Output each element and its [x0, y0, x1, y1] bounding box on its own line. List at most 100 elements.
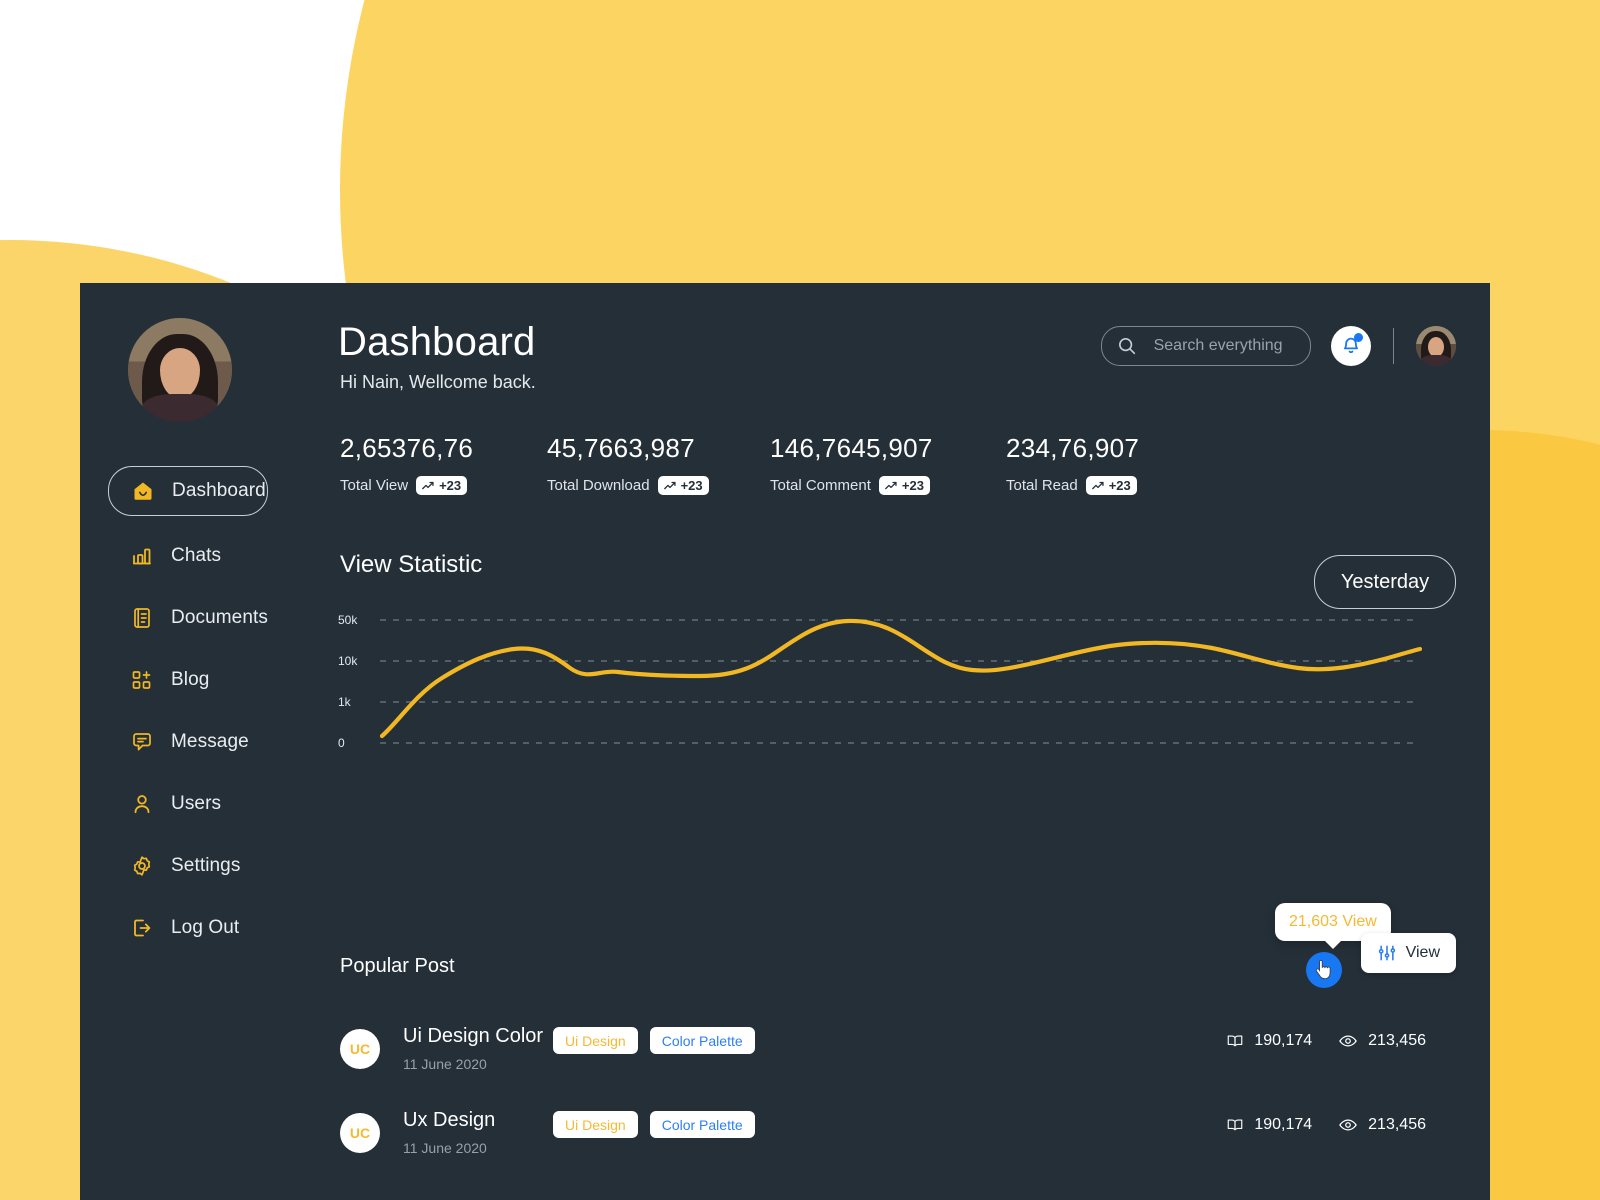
- views-metric: 213,456: [1338, 1031, 1426, 1051]
- logout-icon: [130, 916, 154, 940]
- post-date: 11 June 2020: [403, 1056, 487, 1072]
- sidebar-nav: Dashboard Chats Documents Blog Message U…: [80, 466, 338, 968]
- sidebar-item-label: Users: [171, 793, 222, 814]
- sidebar-item-dashboard[interactable]: Dashboard: [108, 466, 268, 516]
- sidebar-item-label: Chats: [171, 545, 222, 566]
- trending-up-icon: [422, 481, 434, 489]
- search-input[interactable]: [1151, 336, 1306, 356]
- date-range-label: Yesterday: [1340, 570, 1430, 593]
- chart-plot-area: [379, 618, 1423, 744]
- post-date: 11 June 2020: [403, 1140, 487, 1156]
- sidebar-item-message[interactable]: Message: [108, 720, 338, 764]
- view-button[interactable]: View: [1360, 933, 1456, 973]
- post-metrics: 190,174 213,456: [1226, 1115, 1426, 1135]
- chart-gridlines: [380, 619, 1420, 744]
- avatar-face: [160, 348, 200, 398]
- avatar-initials: UC: [349, 1125, 371, 1141]
- stat-value: 234,76,907: [1006, 433, 1140, 463]
- book-icon: [1228, 1035, 1243, 1047]
- post-title: Ux Design: [403, 1109, 496, 1131]
- avatar[interactable]: [1416, 326, 1456, 366]
- stat-value: 45,7663,987: [547, 433, 695, 463]
- sidebar: Dashboard Chats Documents Blog Message U…: [80, 283, 338, 1200]
- stat-value: 146,7645,907: [770, 433, 933, 463]
- status-badge: +23: [1085, 476, 1137, 495]
- reads-metric: 190,174: [1226, 1116, 1312, 1134]
- sidebar-item-log-out[interactable]: Log Out: [108, 906, 338, 950]
- stat-delta: +23: [680, 478, 703, 493]
- view-button-label: View: [1405, 944, 1440, 961]
- stat-label: Total View: [340, 477, 409, 494]
- screen: Dashboard Chats Documents Blog Message U…: [0, 0, 1600, 1200]
- chart-line-views: [379, 618, 1423, 739]
- user-icon: [130, 792, 154, 816]
- reads-metric: 190,174: [1226, 1032, 1312, 1050]
- tag[interactable]: Color Palette: [649, 1111, 755, 1138]
- chat-bubble-icon: [130, 730, 154, 754]
- avatar-body: [142, 394, 218, 422]
- avatar-face: [1428, 337, 1444, 357]
- page-title: Dashboard: [338, 320, 536, 364]
- book-icon: [1228, 1119, 1243, 1131]
- status-badge: +23: [416, 476, 468, 495]
- page-subtitle: Hi Nain, Wellcome back.: [340, 372, 536, 392]
- chart-data-point-marker[interactable]: [1306, 952, 1342, 988]
- sidebar-item-chats[interactable]: Chats: [108, 534, 338, 578]
- stat-meta: Total Read +23: [1006, 476, 1139, 495]
- pointer-cursor-icon: [1315, 960, 1331, 980]
- sidebar-item-label: Settings: [171, 855, 241, 876]
- date-range-button[interactable]: Yesterday: [1314, 555, 1456, 609]
- stat-card-total-comment: 146,7645,907 Total Comment +23: [770, 433, 933, 495]
- status-badge: +23: [878, 476, 930, 495]
- sidebar-item-label: Blog: [171, 669, 210, 690]
- search-box[interactable]: [1100, 326, 1311, 366]
- reads-value: 190,174: [1254, 1032, 1313, 1049]
- eye-icon: [1339, 1035, 1357, 1047]
- post-metrics: 190,174 213,456: [1226, 1031, 1426, 1051]
- avatar: UC: [340, 1029, 380, 1069]
- table-row[interactable]: UC Ui Design Color 11 June 2020 Ui Desig…: [338, 1025, 1458, 1085]
- stat-meta: Total View +23: [340, 476, 473, 495]
- post-tags: Ui Design Color Palette: [553, 1111, 755, 1138]
- reads-value: 190,174: [1254, 1116, 1313, 1133]
- gear-icon: [130, 854, 154, 878]
- tag[interactable]: Color Palette: [649, 1027, 755, 1054]
- tag[interactable]: Ui Design: [553, 1111, 638, 1138]
- stat-meta: Total Download +23: [547, 476, 709, 495]
- sidebar-item-label: Documents: [171, 607, 268, 628]
- sidebar-item-label: Message: [171, 731, 249, 752]
- search-icon: [1116, 335, 1138, 357]
- views-value: 213,456: [1368, 1116, 1426, 1133]
- sliders-icon: [1378, 945, 1395, 961]
- tag[interactable]: Ui Design: [553, 1027, 638, 1054]
- avatar-body: [1421, 355, 1451, 366]
- stat-card-total-view: 2,65376,76 Total View +23: [340, 433, 473, 495]
- chart-tooltip-label: 21,603 View: [1289, 913, 1377, 930]
- sidebar-item-label: Dashboard: [172, 480, 266, 501]
- notifications-button[interactable]: [1330, 326, 1371, 366]
- avatar: UC: [340, 1113, 380, 1153]
- notification-badge: [1353, 333, 1363, 342]
- section-title-popular-post: Popular Post: [340, 955, 455, 977]
- sidebar-item-blog[interactable]: Blog: [108, 658, 338, 702]
- stat-label: Total Download: [547, 477, 650, 494]
- stat-delta: +23: [439, 478, 462, 493]
- stat-label: Total Comment: [770, 477, 871, 494]
- avatar[interactable]: [128, 318, 232, 422]
- header-actions: [1100, 326, 1456, 366]
- stat-value: 2,65376,76: [340, 433, 474, 463]
- avatar-initials: UC: [349, 1041, 371, 1057]
- sidebar-item-users[interactable]: Users: [108, 782, 338, 826]
- dashboard-panel: Dashboard Chats Documents Blog Message U…: [80, 283, 1490, 1200]
- sidebar-item-documents[interactable]: Documents: [108, 596, 338, 640]
- trending-up-icon: [1091, 481, 1104, 489]
- stat-delta: +23: [901, 478, 924, 493]
- trending-up-icon: [884, 481, 897, 489]
- home-icon: [131, 479, 155, 503]
- post-tags: Ui Design Color Palette: [553, 1027, 755, 1054]
- eye-icon: [1339, 1119, 1357, 1131]
- sidebar-item-settings[interactable]: Settings: [108, 844, 338, 888]
- table-row[interactable]: UC Ux Design 11 June 2020 Ui Design Colo…: [338, 1109, 1458, 1169]
- stat-label: Total Read: [1006, 477, 1078, 494]
- trending-up-icon: [663, 481, 676, 489]
